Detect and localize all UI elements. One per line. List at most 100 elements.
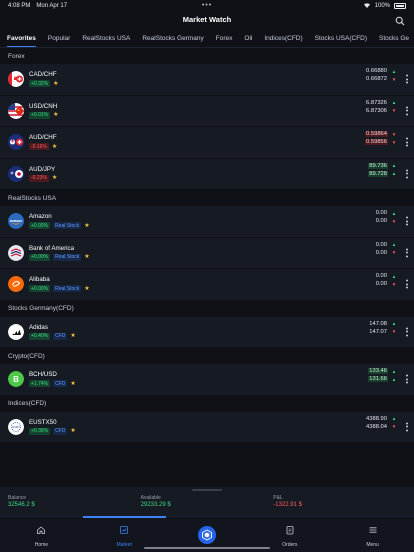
change-badge: +0.01% xyxy=(29,111,51,119)
bid-price[interactable]: 6.87326 xyxy=(365,100,388,106)
bid-price[interactable]: 0.59864 xyxy=(365,131,388,137)
instrument-row[interactable]: EURO EUSTX50 +0.36% CFD ★ 4388.90 ▲ 4388.04 ▼ xyxy=(0,411,414,443)
nav-label: Orders xyxy=(282,541,298,548)
favorite-star-icon[interactable]: ★ xyxy=(52,144,57,150)
bid-price[interactable]: 0.66880 xyxy=(365,68,388,74)
nav-home-button[interactable]: Home xyxy=(0,517,83,552)
favorite-star-icon[interactable]: ★ xyxy=(84,286,89,292)
more-options-icon[interactable] xyxy=(405,248,408,258)
bid-price[interactable]: 0.00 xyxy=(375,210,388,216)
svg-text:B: B xyxy=(13,375,19,384)
instrument-row[interactable]: Bank of America +0.00% Real Stock ★ 0.00 ▲ 0.0… xyxy=(0,237,414,269)
favorite-star-icon[interactable]: ★ xyxy=(84,223,89,229)
more-options-icon[interactable] xyxy=(405,169,408,179)
more-options-icon[interactable] xyxy=(405,74,408,84)
ask-price[interactable]: 147.07 xyxy=(368,329,388,335)
trade-icon[interactable] xyxy=(197,525,216,544)
favorite-star-icon[interactable]: ★ xyxy=(70,428,75,434)
instrument-type-badge: Real Stock xyxy=(53,285,82,293)
ask-price[interactable]: 0.00 xyxy=(375,250,388,256)
bid-up-arrow-icon: ▲ xyxy=(391,416,397,421)
bid-price[interactable]: 147.08 xyxy=(368,321,388,327)
ask-price[interactable]: 89.728 xyxy=(368,170,388,177)
tab-stocks-usa-cfd[interactable]: Stocks USA(CFD) xyxy=(315,30,367,47)
nav-menu-button[interactable]: Menu xyxy=(331,517,414,552)
instrument-symbol: BCH/USD xyxy=(29,371,57,379)
status-time: 4:08 PM xyxy=(8,3,31,9)
aud-jpy-flag-icon xyxy=(8,165,24,182)
ask-price[interactable]: 0.59856 xyxy=(365,139,388,145)
bid-price[interactable]: 4388.90 xyxy=(365,416,388,422)
more-options-icon[interactable] xyxy=(405,327,408,337)
nav-label: Market xyxy=(116,541,132,548)
more-options-icon[interactable] xyxy=(405,374,408,384)
favorite-star-icon[interactable]: ★ xyxy=(84,254,89,260)
ask-price[interactable]: 0.00 xyxy=(375,281,388,287)
instrument-type-badge: CFD xyxy=(53,427,68,435)
more-options-icon[interactable] xyxy=(405,422,408,432)
instrument-symbol: EUSTX50 xyxy=(29,418,57,426)
bid-up-arrow-icon: ▲ xyxy=(391,68,397,74)
ask-down-arrow-icon: ▼ xyxy=(391,108,397,113)
tab-realstocks-usa[interactable]: RealStocks USA xyxy=(82,30,130,47)
tab-indices-cfd[interactable]: Indices(CFD) xyxy=(264,30,302,47)
bid-price[interactable]: 133.46 xyxy=(368,368,388,374)
bid-up-arrow-icon: ▲ xyxy=(391,163,397,168)
ask-price[interactable]: 4388.04 xyxy=(365,424,388,430)
instrument-symbol: AUD/CHF xyxy=(29,134,57,142)
ask-down-arrow-icon: ▼ xyxy=(391,281,397,287)
favorite-star-icon[interactable]: ★ xyxy=(70,381,75,387)
ask-price[interactable]: 131.66 xyxy=(368,376,388,382)
change-badge: +1.74% xyxy=(29,380,51,388)
bid-up-arrow-icon: ▲ xyxy=(391,368,397,374)
eu-flag-icon: EURO xyxy=(8,418,24,435)
ask-price[interactable]: 6.87306 xyxy=(365,108,388,114)
tab-forex[interactable]: Forex xyxy=(216,30,233,47)
nav-label: Home xyxy=(34,541,49,548)
change-badge: +0.00% xyxy=(29,222,51,230)
cad-chf-flag-icon xyxy=(8,71,24,88)
favorite-star-icon[interactable]: ★ xyxy=(53,112,58,118)
orders-icon xyxy=(285,522,295,540)
instrument-row[interactable]: USD/CNH +0.01% ★ 6.87326 ▲ 6.87306 ▼ xyxy=(0,95,414,127)
bank-of-america-logo-icon xyxy=(8,244,24,261)
pnl-label: P&L xyxy=(273,495,283,501)
section-header: Stocks Germany(CFD) xyxy=(0,300,414,317)
favorite-star-icon[interactable]: ★ xyxy=(70,333,75,339)
drag-handle[interactable] xyxy=(192,489,222,491)
instrument-row[interactable]: AUD/JPY -0.23% ★ 89.736 ▲ 89.728 ▲ xyxy=(0,158,414,190)
available-label: Available xyxy=(140,495,161,501)
tab-realstocks-germany[interactable]: RealStocks Germany xyxy=(142,30,203,47)
more-options-icon[interactable] xyxy=(405,137,408,147)
instrument-row[interactable]: amazon Amazon +0.00% Real Stock ★ 0.00 ▲ 0.00 ▼ xyxy=(0,206,414,238)
category-tabs: Favorites Popular RealStocks USA RealStocks… xyxy=(0,30,414,48)
ask-price[interactable]: 0.66872 xyxy=(365,76,388,82)
search-icon[interactable] xyxy=(395,13,405,26)
alibaba-logo-icon xyxy=(8,276,24,293)
instrument-row[interactable]: CAD/CHF +0.32% ★ 0.66880 ▲ 0.66872 ▼ xyxy=(0,64,414,96)
bid-price[interactable]: 0.00 xyxy=(375,273,388,279)
bid-up-arrow-icon: ▲ xyxy=(391,273,397,279)
instrument-row[interactable]: Alibaba +0.00% Real Stock ★ 0.00 ▲ 0.00 ▼ xyxy=(0,269,414,301)
ask-down-arrow-icon: ▼ xyxy=(391,218,397,224)
balance-stat: Balance 32546.2 $ xyxy=(8,495,141,508)
ask-price[interactable]: 0.00 xyxy=(375,218,388,224)
more-options-icon[interactable] xyxy=(405,216,408,226)
more-options-icon[interactable] xyxy=(405,106,408,116)
tab-popular[interactable]: Popular xyxy=(48,30,70,47)
bid-price[interactable]: 89.736 xyxy=(368,162,388,169)
instrument-type-badge: Real Stock xyxy=(53,253,82,261)
instrument-row[interactable]: Adidas +0.40% CFD ★ 147.08 ▲ 147.07 ▼ xyxy=(0,316,414,348)
instrument-row[interactable]: B BCH/USD +1.74% CFD ★ 133.46 ▲ 131.66 ▲ xyxy=(0,364,414,396)
tab-stocks-ge[interactable]: Stocks Ge xyxy=(379,30,409,47)
bid-price[interactable]: 0.00 xyxy=(375,242,388,248)
header: Market Watch xyxy=(0,12,414,26)
more-options-icon[interactable] xyxy=(405,279,408,289)
multitasking-dots-icon[interactable]: ••• xyxy=(202,2,212,9)
favorite-star-icon[interactable]: ★ xyxy=(53,81,58,87)
tab-oil[interactable]: Oil xyxy=(244,30,252,47)
tab-favorites[interactable]: Favorites xyxy=(7,30,36,47)
instrument-row[interactable]: AUD/CHF -0.16% ★ 0.59864 ▼ 0.59856 ▼ xyxy=(0,127,414,159)
favorite-star-icon[interactable]: ★ xyxy=(52,175,57,181)
svg-text:EURO: EURO xyxy=(13,426,20,429)
